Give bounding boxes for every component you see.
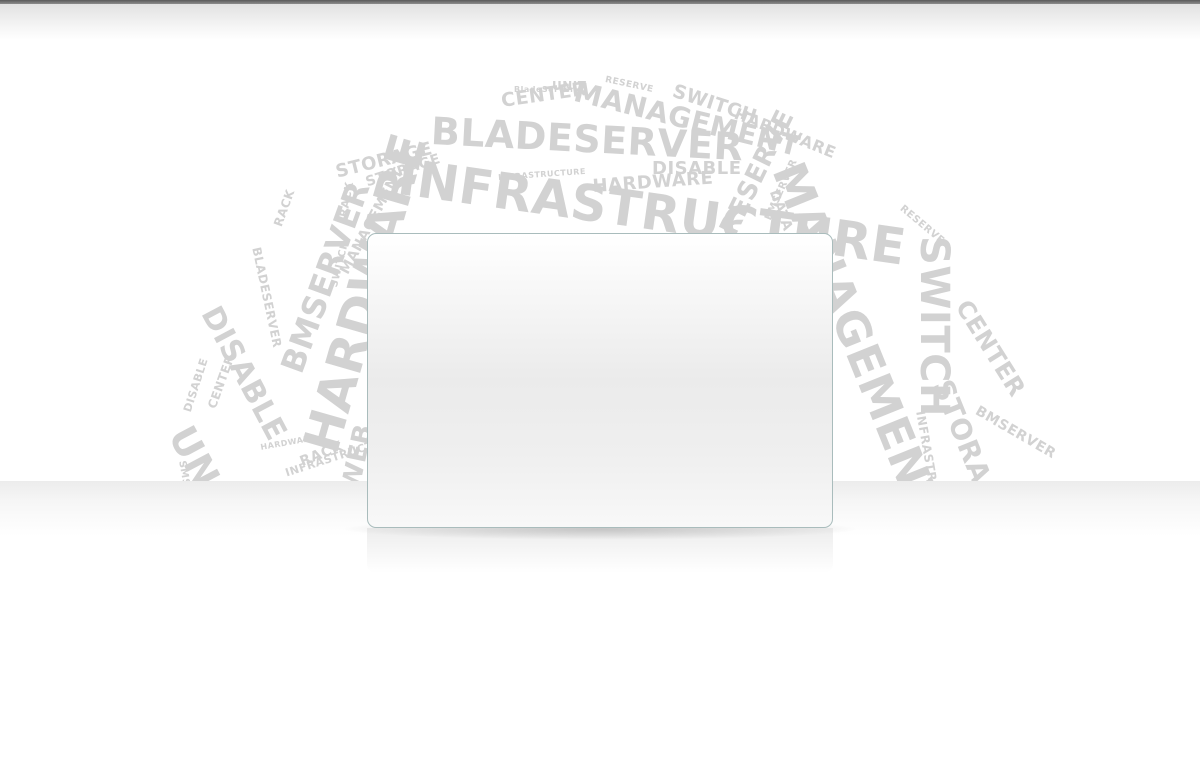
panel-reflection bbox=[367, 528, 833, 573]
content-panel bbox=[367, 233, 833, 528]
cloud-word: RACK bbox=[271, 187, 298, 229]
page: UNIT RESERVE BladeServer CENTER MANAGEME… bbox=[0, 0, 1200, 761]
header-band bbox=[0, 4, 1200, 40]
cloud-word: CENTER bbox=[949, 294, 1032, 402]
cloud-word: UNIT bbox=[159, 418, 248, 481]
cloud-word: BLADESERVER bbox=[249, 245, 285, 350]
